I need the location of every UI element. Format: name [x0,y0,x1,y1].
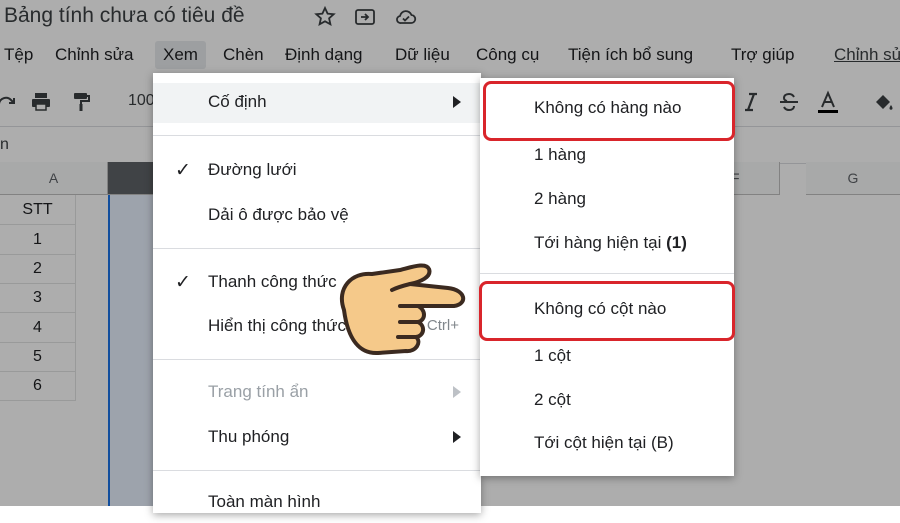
check-icon: ✓ [175,160,191,181]
freeze-2-rows[interactable]: 2 hàng [480,179,734,221]
menu-item-label: Toàn màn hình [208,492,321,511]
menu-item-label: Đường lưới [208,160,297,179]
freeze-no-columns[interactable]: Không có cột nào [480,289,734,331]
menu-item-label: 1 hàng [534,145,586,164]
menu-item-label: Không có cột nào [534,299,667,318]
submenu-arrow-icon [453,96,461,108]
menu-item-freeze[interactable]: Cố định [153,83,481,123]
menu-item-label: Tới hàng hiện tại (1) [534,233,687,253]
freeze-1-column[interactable]: 1 cột [480,336,734,378]
menu-item-label: 2 hàng [534,189,586,208]
menu-item-suffix: (B) [651,433,674,452]
menu-divider [153,135,481,136]
menu-item-label: 2 cột [534,390,571,409]
menu-item-label: Thu phóng [208,427,290,446]
submenu-arrow-icon [453,431,461,443]
menu-item-label: Tới cột hiện tại (B) [534,433,674,453]
freeze-no-rows[interactable]: Không có hàng nào [480,88,734,130]
menu-item-gridlines[interactable]: ✓ Đường lưới [153,151,481,191]
freeze-2-columns[interactable]: 2 cột [480,380,734,422]
pointing-hand-icon [340,263,465,356]
freeze-up-to-current-row[interactable]: Tới hàng hiện tại (1) [480,223,734,265]
menu-item-label: Trang tính ẩn [208,382,309,401]
menu-item-label: Thanh công thức [208,272,337,291]
menu-item-label: Cố định [208,92,267,111]
menu-item-text: Tới cột hiện tại [534,433,647,452]
menu-item-full-screen[interactable]: Toàn màn hình [153,483,481,523]
freeze-1-row[interactable]: 1 hàng [480,135,734,177]
check-icon: ✓ [175,272,191,293]
menu-divider [480,273,734,274]
menu-item-label: Không có hàng nào [534,98,682,117]
menu-item-text: Tới hàng hiện tại [534,233,662,252]
freeze-up-to-current-column[interactable]: Tới cột hiện tại (B) [480,423,734,465]
menu-item-zoom[interactable]: Thu phóng [153,418,481,458]
menu-item-protected-ranges[interactable]: Dải ô được bảo vệ [153,196,481,236]
freeze-submenu: Không có hàng nào 1 hàng 2 hàng Tới hàng… [479,78,735,476]
menu-item-label: Dải ô được bảo vệ [208,205,349,224]
menu-divider [153,248,481,249]
menu-item-suffix: (1) [666,233,687,252]
menu-divider [153,470,481,471]
menu-item-label: 1 cột [534,346,571,365]
menu-item-hidden-sheets: Trang tính ẩn [153,373,481,413]
submenu-arrow-icon [453,386,461,398]
